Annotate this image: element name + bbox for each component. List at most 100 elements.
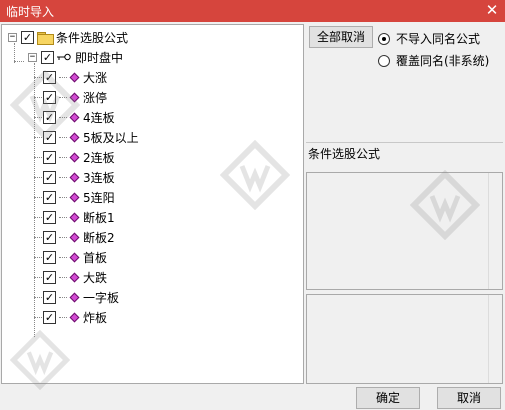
tree-node-label: 条件选股公式 (56, 30, 129, 45)
tree-item-label: 2连板 (83, 150, 115, 165)
scrollbar[interactable] (488, 295, 502, 383)
tree-connector (34, 136, 42, 138)
tree-connector (59, 316, 67, 318)
detail-section-label: 条件选股公式 (308, 147, 381, 161)
tree-connector (34, 276, 42, 278)
detail-header: 条件选股公式 (306, 142, 503, 170)
tree-item-label: 断板2 (83, 230, 115, 245)
tree-connector (59, 136, 67, 138)
tree-connector (59, 276, 67, 278)
formula-icon (69, 312, 80, 322)
tree-item-label: 5连阳 (83, 190, 115, 205)
tree-item-label: 一字板 (83, 290, 120, 305)
formula-icon (69, 132, 80, 142)
item-checkbox[interactable]: ✓ (43, 130, 56, 144)
formula-icon (69, 92, 80, 102)
tree-item[interactable]: ✓ 大涨 (34, 68, 107, 86)
formula-icon (69, 192, 80, 202)
tree-node-label: 即时盘中 (75, 50, 124, 65)
formula-icon (69, 272, 80, 282)
tree-item[interactable]: ✓ 断板2 (34, 228, 115, 246)
item-checkbox[interactable]: ✓ (43, 290, 56, 304)
item-checkbox[interactable]: ✓ (43, 230, 56, 244)
item-checkbox[interactable]: ✓ (43, 210, 56, 224)
import-options: 全部取消 不导入同名公式 覆盖同名(非系统) (306, 24, 503, 142)
tree-node-root[interactable]: − ✓ 条件选股公式 (8, 28, 128, 46)
tree-item-label: 3连板 (83, 170, 115, 185)
item-checkbox[interactable]: ✓ (43, 270, 56, 284)
tree-connector (34, 256, 42, 258)
tree-item[interactable]: ✓ 4连板 (34, 108, 115, 126)
tree-connector (59, 156, 67, 158)
formula-icon (69, 112, 80, 122)
tree-connector (59, 296, 67, 298)
tree-connector (34, 96, 42, 98)
tree-item[interactable]: ✓ 炸板 (34, 308, 107, 326)
group-checkbox[interactable]: ✓ (41, 50, 54, 64)
no-import-same-radio[interactable] (378, 32, 390, 45)
title-bar: 临时导入 ✕ (0, 0, 505, 22)
tree-item[interactable]: ✓ 3连板 (34, 168, 115, 186)
tree-connector (59, 236, 67, 238)
tree-connector (34, 116, 42, 118)
cancel-button[interactable]: 取消 (437, 387, 501, 409)
collapse-icon[interactable]: − (8, 32, 17, 42)
formula-tree[interactable]: − ✓ 条件选股公式 − ✓ 即时盘中 ✓ 大涨 ✓ 涨停 ✓ 4连板 ✓ 5板… (1, 24, 304, 384)
tree-item-label: 首板 (83, 250, 108, 265)
item-checkbox[interactable]: ✓ (43, 70, 56, 84)
formula-description-box[interactable] (306, 172, 503, 290)
tree-item-label: 5板及以上 (83, 130, 139, 145)
tree-item[interactable]: ✓ 5连阳 (34, 188, 115, 206)
overwrite-same-radio[interactable] (378, 54, 390, 67)
tree-item[interactable]: ✓ 首板 (34, 248, 107, 266)
tree-connector (59, 176, 67, 178)
tree-connector (34, 156, 42, 158)
scrollbar[interactable] (488, 173, 502, 289)
formula-icon (69, 252, 80, 262)
tree-item[interactable]: ✓ 5板及以上 (34, 128, 139, 146)
tree-connector (14, 61, 24, 62)
ok-button[interactable]: 确定 (356, 387, 420, 409)
tree-connector (59, 76, 67, 78)
item-checkbox[interactable]: ✓ (43, 90, 56, 104)
tree-item[interactable]: ✓ 断板1 (34, 208, 115, 226)
close-icon[interactable]: ✕ (483, 1, 501, 19)
tree-connector (34, 176, 42, 178)
tree-item-label: 4连板 (83, 110, 115, 125)
tree-connector (59, 216, 67, 218)
formula-icon (69, 72, 80, 82)
item-checkbox[interactable]: ✓ (43, 190, 56, 204)
tree-item[interactable]: ✓ 大跌 (34, 268, 107, 286)
tree-connector (59, 96, 67, 98)
tree-node-group[interactable]: − ✓ 即时盘中 (28, 48, 123, 66)
root-checkbox[interactable]: ✓ (21, 30, 34, 44)
tree-connector (59, 196, 67, 198)
cancel-all-button[interactable]: 全部取消 (309, 26, 373, 48)
tree-item[interactable]: ✓ 一字板 (34, 288, 119, 306)
item-checkbox[interactable]: ✓ (43, 170, 56, 184)
window-title: 临时导入 (6, 5, 55, 19)
collapse-icon[interactable]: − (28, 52, 37, 62)
formula-icon (69, 232, 80, 242)
tree-connector (34, 296, 42, 298)
overwrite-same-option[interactable]: 覆盖同名(非系统) (378, 52, 489, 69)
item-checkbox[interactable]: ✓ (43, 310, 56, 324)
tree-item[interactable]: ✓ 涨停 (34, 88, 107, 106)
tree-connector (59, 116, 67, 118)
formula-icon (69, 212, 80, 222)
tree-item[interactable]: ✓ 2连板 (34, 148, 115, 166)
key-icon (57, 52, 71, 62)
tree-item-label: 涨停 (83, 90, 108, 105)
item-checkbox[interactable]: ✓ (43, 150, 56, 164)
no-import-same-label: 不导入同名公式 (396, 32, 481, 46)
item-checkbox[interactable]: ✓ (43, 110, 56, 124)
tree-connector (34, 196, 42, 198)
formula-detail-box[interactable] (306, 294, 503, 384)
overwrite-same-label: 覆盖同名(非系统) (396, 54, 490, 68)
formula-icon (69, 292, 80, 302)
item-checkbox[interactable]: ✓ (43, 250, 56, 264)
no-import-same-option[interactable]: 不导入同名公式 (378, 30, 480, 47)
tree-connector (34, 236, 42, 238)
tree-item-label: 大涨 (83, 70, 108, 85)
tree-connector (34, 76, 42, 78)
